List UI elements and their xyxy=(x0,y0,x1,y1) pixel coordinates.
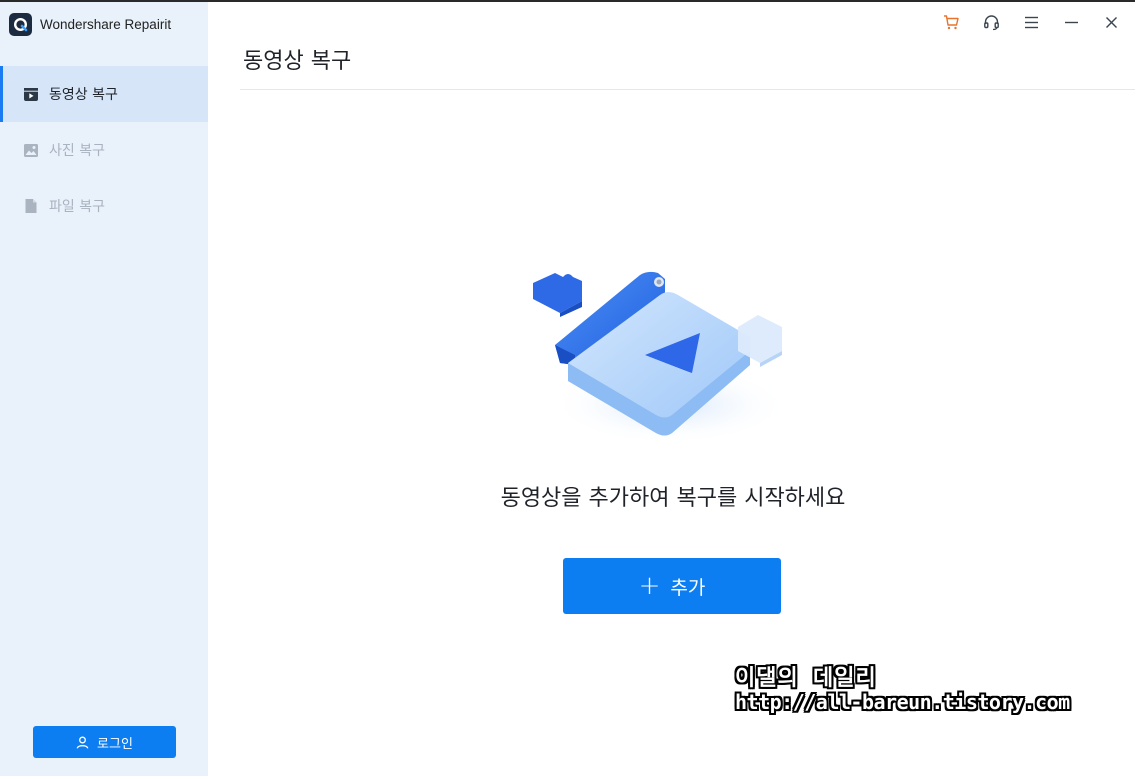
close-icon[interactable] xyxy=(1101,12,1121,32)
user-icon xyxy=(76,736,89,749)
sidebar-item-label: 파일 복구 xyxy=(49,199,105,215)
watermark-title: 이댈의 데일리 xyxy=(735,666,877,691)
video-file-icon xyxy=(22,85,40,103)
plus-icon: + xyxy=(638,571,661,601)
add-video-button[interactable]: + 추가 xyxy=(563,558,781,614)
sidebar-item-label: 동영상 복구 xyxy=(49,87,118,103)
add-label: 추가 xyxy=(670,576,706,599)
video-repair-illustration xyxy=(520,255,800,455)
sidebar-item-photo-repair[interactable]: 사진 복구 xyxy=(0,122,208,178)
headset-icon[interactable] xyxy=(981,12,1001,32)
header-divider xyxy=(240,89,1135,90)
sidebar-item-file-repair[interactable]: 파일 복구 xyxy=(0,178,208,234)
app-logo-icon xyxy=(9,12,32,36)
watermark: 이댈의 데일리 http://all-bareun.tistory.com xyxy=(735,666,1070,714)
empty-state-prompt: 동영상을 추가하여 복구를 시작하세요 xyxy=(500,486,846,511)
cart-icon[interactable] xyxy=(941,12,961,32)
login-button[interactable]: 로그인 xyxy=(33,726,176,758)
watermark-url: http://all-bareun.tistory.com xyxy=(735,690,1070,715)
menu-icon[interactable] xyxy=(1021,12,1041,32)
sidebar-item-video-repair[interactable]: 동영상 복구 xyxy=(0,66,208,122)
minimize-icon[interactable] xyxy=(1061,12,1081,32)
image-icon xyxy=(22,141,40,159)
login-label: 로그인 xyxy=(97,736,133,752)
page-title: 동영상 복구 xyxy=(243,49,352,74)
app-title: Wondershare Repairit xyxy=(40,16,172,32)
titlebar-controls xyxy=(921,12,1121,32)
document-icon xyxy=(22,197,40,215)
sidebar-nav: 동영상 복구 사진 복구 파일 복구 xyxy=(0,66,208,234)
brand: Wondershare Repairit xyxy=(9,12,171,36)
sidebar: Wondershare Repairit 동영상 복구 사진 복구 파일 복구 … xyxy=(0,2,208,776)
sidebar-item-label: 사진 복구 xyxy=(49,143,105,159)
